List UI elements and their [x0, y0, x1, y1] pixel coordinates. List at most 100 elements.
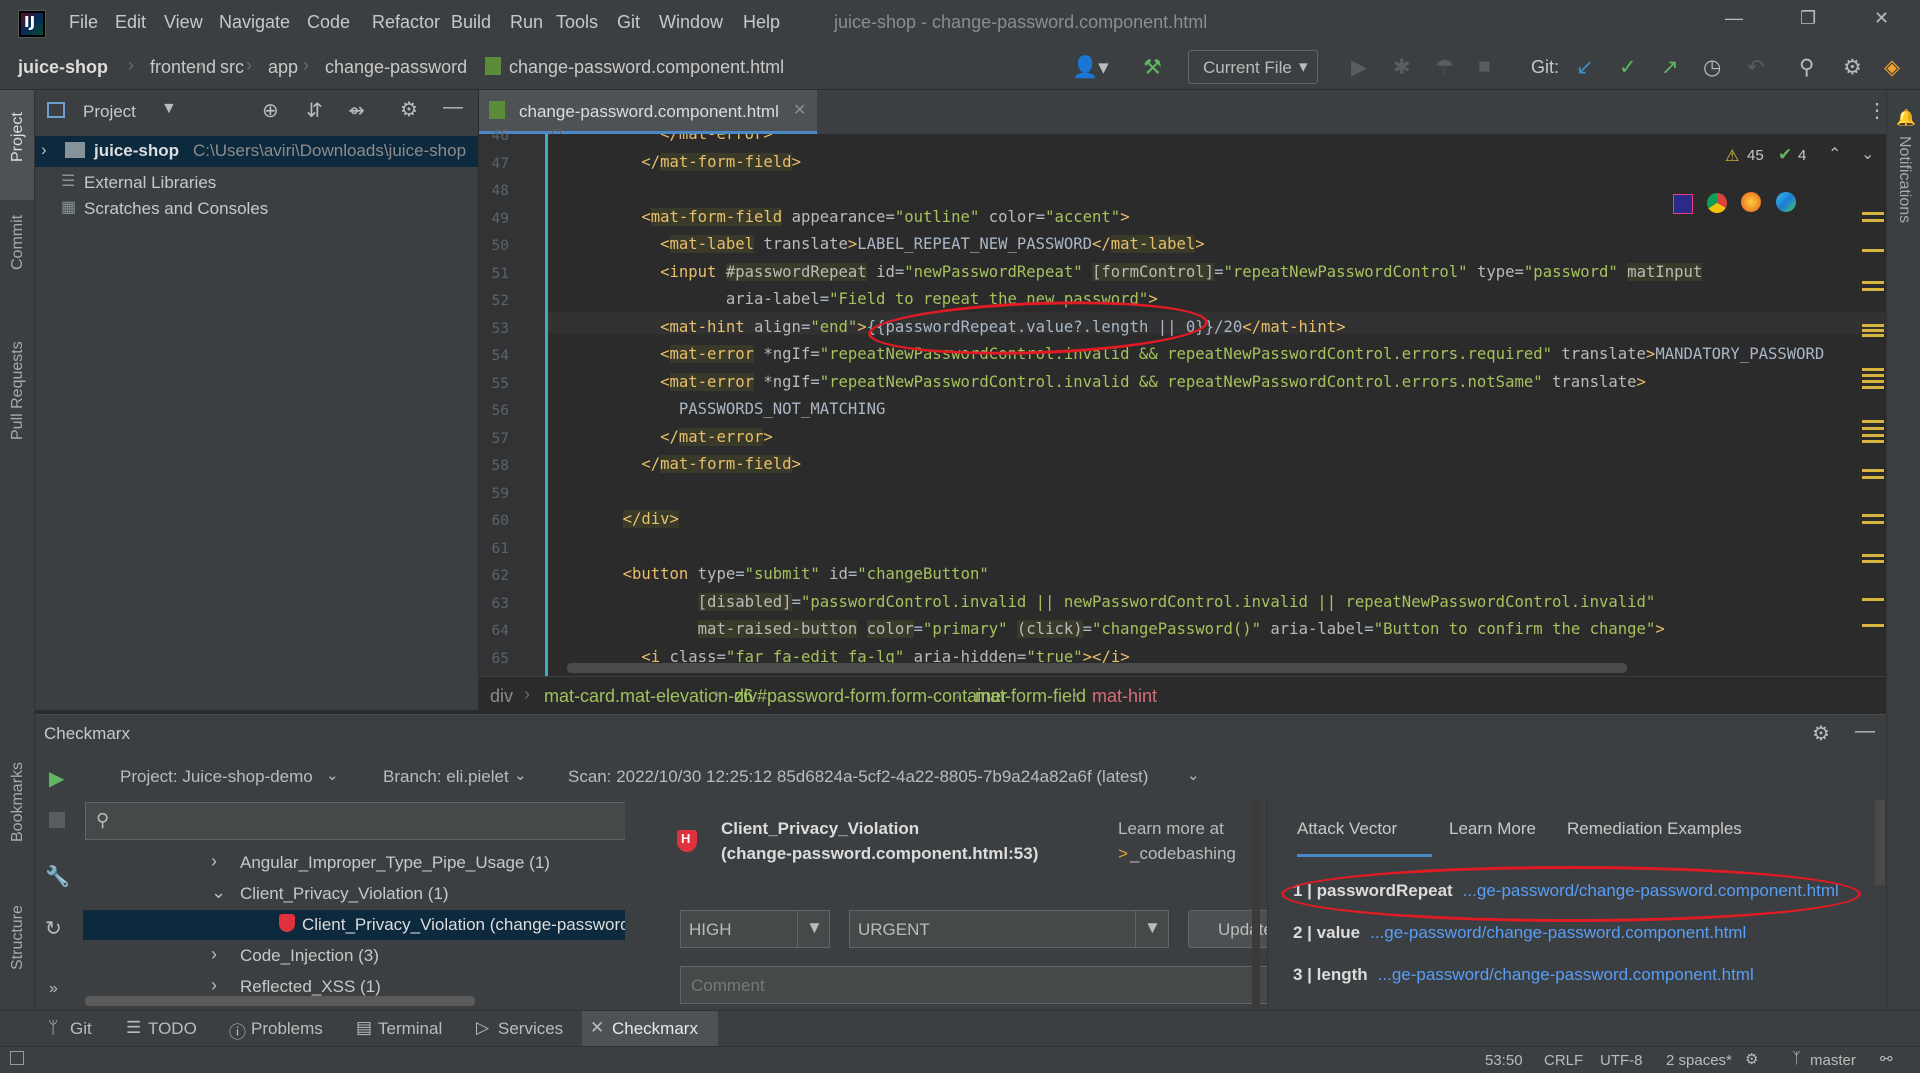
scan-selector[interactable]: Scan: 2022/10/30 12:25:12 85d6824a-5cf2-…: [568, 767, 1148, 787]
tab-remediation-examples[interactable]: Remediation Examples: [1567, 819, 1742, 839]
pull-requests-tool-tab[interactable]: Pull Requests: [9, 341, 27, 440]
chevron-down-icon[interactable]: ⌄: [211, 882, 226, 903]
menu-view[interactable]: View: [164, 12, 203, 33]
chevron-right-icon[interactable]: ›: [211, 944, 217, 965]
breadcrumb-item[interactable]: app: [268, 57, 298, 78]
locate-icon[interactable]: ⊕: [262, 98, 279, 123]
attack-vector-step[interactable]: 2 | value ...ge-password/change-password.…: [1293, 923, 1873, 951]
editor-breadcrumb-item[interactable]: mat-card.mat-elevation-z6: [544, 686, 753, 707]
tool-tab-checkmarx[interactable]: Checkmarx: [612, 1019, 698, 1039]
chevron-down-icon[interactable]: ⌄: [1187, 766, 1200, 784]
state-select[interactable]: URGENT ▼: [849, 910, 1169, 948]
attack-vector-step[interactable]: 3 | length ...ge-password/change-password…: [1293, 965, 1873, 993]
gear-icon[interactable]: ⚙: [1812, 721, 1830, 746]
run-scan-icon[interactable]: ▶: [49, 766, 64, 791]
breadcrumb-item[interactable]: juice-shop: [18, 57, 108, 78]
build-hammer-icon[interactable]: ⚒: [1143, 55, 1162, 80]
more-options-icon[interactable]: ⋮: [1867, 98, 1887, 123]
account-icon[interactable]: 👤▾: [1072, 55, 1109, 80]
git-push-icon[interactable]: ↗: [1661, 55, 1679, 80]
chevron-right-icon[interactable]: ›: [211, 975, 217, 996]
history-icon[interactable]: ◷: [1703, 55, 1721, 80]
chevron-down-icon[interactable]: ⌄: [1861, 144, 1874, 164]
tool-tab-git[interactable]: Git: [70, 1019, 92, 1039]
refresh-icon[interactable]: ↻: [45, 916, 62, 941]
rollback-icon[interactable]: ↶: [1747, 55, 1765, 80]
chevron-right-icon[interactable]: ›: [211, 851, 217, 872]
run-config-select[interactable]: Current File ▾: [1188, 50, 1318, 84]
chrome-icon[interactable]: [1707, 193, 1727, 213]
breadcrumb-item[interactable]: src: [220, 57, 244, 78]
hide-icon[interactable]: —: [1855, 720, 1875, 743]
commit-tool-tab[interactable]: Commit: [9, 215, 27, 270]
tree-scrollbar[interactable]: [85, 996, 475, 1006]
chevron-up-icon[interactable]: ⌃: [1828, 144, 1841, 164]
coverage-icon[interactable]: ☂: [1435, 55, 1454, 80]
tree-row-scratches[interactable]: ▦ Scratches and Consoles: [35, 194, 478, 224]
editor-breadcrumb-item[interactable]: div: [490, 686, 513, 707]
notifications-tool-tab[interactable]: Notifications: [1895, 136, 1913, 223]
editor-tab-active[interactable]: change-password.component.html ✕: [479, 90, 817, 134]
project-selector[interactable]: Project: Juice-shop-demo: [120, 767, 313, 787]
hide-icon[interactable]: —: [443, 96, 463, 119]
tree-row-selected[interactable]: Client_Privacy_Violation (change-passwor…: [83, 910, 655, 940]
stop-icon[interactable]: ■: [1478, 55, 1491, 79]
wrench-icon[interactable]: 🔧: [45, 864, 70, 889]
check-icon[interactable]: ✔: [1778, 145, 1792, 165]
tool-tab-terminal[interactable]: Terminal: [378, 1019, 442, 1039]
branch-selector[interactable]: Branch: eli.pielet: [383, 767, 509, 787]
close-window-icon[interactable]: ✕: [1874, 8, 1889, 29]
edge-icon[interactable]: [1776, 192, 1796, 212]
readonly-lock-icon[interactable]: ⚙: [1745, 1050, 1758, 1068]
menu-git[interactable]: Git: [617, 12, 640, 33]
menu-refactor[interactable]: Refactor: [372, 12, 440, 33]
file-encoding[interactable]: UTF-8: [1600, 1052, 1643, 1069]
editor-breadcrumb-item[interactable]: mat-hint: [1092, 686, 1157, 707]
project-tool-tab[interactable]: Project: [9, 112, 27, 162]
breadcrumb-item[interactable]: change-password.component.html: [509, 57, 784, 78]
caret-position[interactable]: 53:50: [1485, 1052, 1523, 1069]
menu-code[interactable]: Code: [307, 12, 350, 33]
tree-row[interactable]: ⌄ Client_Privacy_Violation (1): [83, 879, 655, 909]
tool-tab-problems[interactable]: Problems: [251, 1019, 323, 1039]
intellij-logo-icon[interactable]: IJ: [18, 10, 46, 38]
warning-icon[interactable]: ⚠: [1725, 146, 1739, 166]
breadcrumb-item[interactable]: frontend: [150, 57, 216, 78]
tree-row[interactable]: › Code_Injection (3): [83, 941, 655, 971]
severity-select[interactable]: HIGH ▼: [680, 910, 830, 948]
bell-icon[interactable]: 🔔: [1896, 108, 1916, 128]
gear-icon[interactable]: ⚙: [400, 97, 418, 122]
results-search-input[interactable]: ⚲: [85, 802, 653, 840]
bookmarks-tool-tab[interactable]: Bookmarks: [9, 762, 27, 842]
menu-file[interactable]: File: [69, 12, 98, 33]
intellij-browser-icon[interactable]: [1673, 194, 1693, 214]
vertical-scrollbar[interactable]: [1875, 800, 1885, 885]
debug-icon[interactable]: ✱: [1393, 55, 1411, 80]
horizontal-scrollbar[interactable]: [567, 663, 1627, 673]
menu-build[interactable]: Build: [451, 12, 491, 33]
menu-edit[interactable]: Edit: [115, 12, 146, 33]
expand-all-icon[interactable]: ⇵: [306, 98, 323, 123]
code-editor[interactable]: </mat-error> </mat-form-field> <mat-form…: [545, 134, 1886, 676]
comment-input[interactable]: Comment: [680, 966, 1305, 1004]
restore-icon[interactable]: ❐: [1800, 8, 1816, 29]
menu-navigate[interactable]: Navigate: [219, 12, 290, 33]
editor-breadcrumb-item[interactable]: div#password-form.form-container: [734, 686, 1007, 707]
attack-vector-file-link[interactable]: ...ge-password/change-password.component…: [1370, 923, 1746, 942]
git-branch[interactable]: master: [1810, 1052, 1856, 1069]
structure-tool-tab[interactable]: Structure: [9, 905, 27, 970]
run-icon[interactable]: ▶: [1351, 55, 1367, 80]
layout-icon[interactable]: [10, 1051, 24, 1065]
codebashing-link[interactable]: _codebashing: [1130, 844, 1236, 864]
more-icon[interactable]: »: [49, 980, 58, 998]
menu-run[interactable]: Run: [510, 12, 543, 33]
tree-row-root[interactable]: › juice-shop C:\Users\aviri\Downloads\ju…: [35, 136, 478, 167]
chevron-down-icon[interactable]: ⌄: [326, 766, 339, 784]
search-icon[interactable]: ⚲: [1799, 55, 1814, 80]
collapse-all-icon[interactable]: ⇴: [348, 98, 365, 123]
chevron-right-icon[interactable]: ›: [41, 140, 47, 160]
tool-tab-services[interactable]: Services: [498, 1019, 563, 1039]
chevron-down-icon[interactable]: ▼: [161, 100, 177, 118]
firefox-icon[interactable]: [1741, 192, 1761, 212]
tree-row[interactable]: › Angular_Improper_Type_Pipe_Usage (1): [83, 848, 655, 878]
